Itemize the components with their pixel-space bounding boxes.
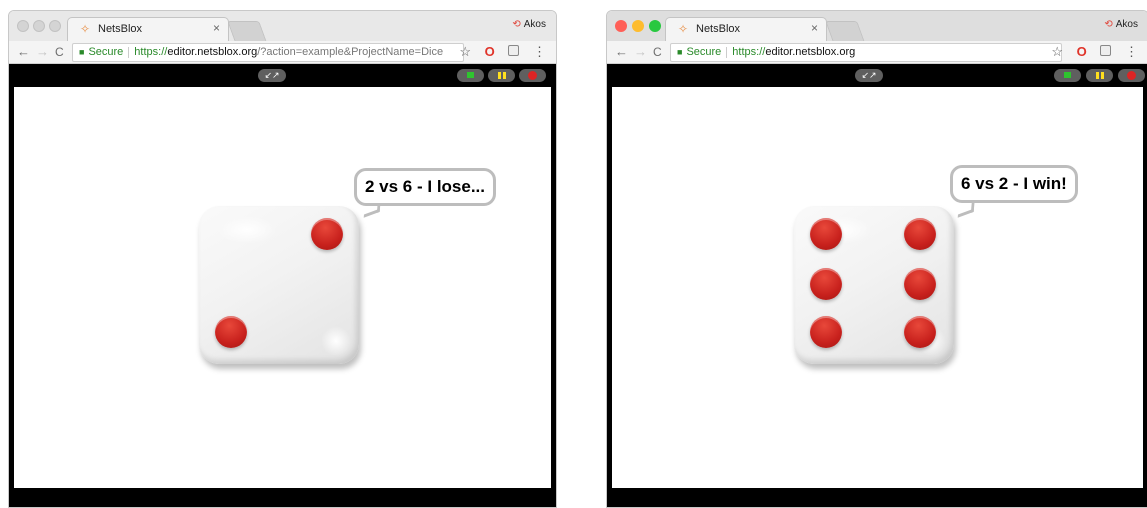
new-tab-button[interactable] <box>825 21 865 42</box>
stop-button[interactable] <box>1118 69 1145 82</box>
browser-tools: ☆ O ⋮ <box>1041 43 1138 60</box>
profile-button[interactable]: ⟲ Akos <box>1104 19 1138 30</box>
opera-extension-icon[interactable]: O <box>485 44 495 59</box>
bookmark-star-icon[interactable]: ☆ <box>1051 44 1063 59</box>
browser-window-left: ✧ NetsBlox × ⟲ Akos ← → C ■ Secure https://… <box>8 10 557 508</box>
green-flag-button[interactable] <box>457 69 484 82</box>
close-window-button[interactable] <box>17 20 29 32</box>
minimize-window-button[interactable] <box>33 20 45 32</box>
maximize-window-button[interactable] <box>49 20 61 32</box>
stop-button[interactable] <box>519 69 546 82</box>
address-bar-row: ← → C ■ Secure https://editor.netsblox.org… <box>607 41 1147 64</box>
die-sprite[interactable] <box>794 206 954 364</box>
user-icon: ⟲ <box>1104 19 1113 30</box>
browser-tab[interactable]: ✧ NetsBlox × <box>665 17 827 42</box>
url-scheme: https:// <box>134 46 168 58</box>
extension-icon[interactable] <box>1100 45 1112 56</box>
die-pip <box>311 218 343 250</box>
tab-title: NetsBlox <box>696 23 741 35</box>
die-sprite[interactable] <box>199 206 359 364</box>
lock-icon: ■ <box>79 47 85 57</box>
netsblox-logo-icon: ✧ <box>80 22 91 36</box>
user-name: Akos <box>523 19 546 30</box>
stage-canvas[interactable]: 6 vs 2 - I win! <box>612 87 1143 488</box>
lock-icon: ■ <box>677 47 683 57</box>
user-icon: ⟲ <box>512 19 521 30</box>
url-host: editor.netsblox.org <box>765 46 856 58</box>
die-pip <box>904 316 936 348</box>
title-bar: ✧ NetsBlox × ⟲ Akos <box>607 11 1147 42</box>
address-bar-row: ← → C ■ Secure https://editor.netsblox.org… <box>9 41 556 64</box>
extension-icon[interactable] <box>508 45 520 56</box>
netsblox-stage: ↙↗ 6 vs 2 - I win! <box>607 64 1147 507</box>
url-host: editor.netsblox.org <box>167 46 258 58</box>
speech-bubble: 2 vs 6 - I lose... <box>354 168 497 206</box>
secure-label: Secure <box>686 46 722 58</box>
new-tab-button[interactable] <box>227 21 267 42</box>
browser-tab[interactable]: ✧ NetsBlox × <box>67 17 229 42</box>
reload-icon[interactable]: C <box>55 44 64 60</box>
pause-button[interactable] <box>1086 69 1113 82</box>
forward-icon[interactable]: → <box>36 44 49 60</box>
profile-button[interactable]: ⟲ Akos <box>512 19 546 30</box>
speech-bubble: 6 vs 2 - I win! <box>950 165 1078 203</box>
shrink-icon: ↙↗ <box>264 70 280 80</box>
forward-icon[interactable]: → <box>634 44 647 60</box>
close-window-button[interactable] <box>615 20 627 32</box>
shrink-stage-button[interactable]: ↙↗ <box>258 69 286 82</box>
url-scheme: https:// <box>732 46 766 58</box>
die-pip <box>810 268 842 300</box>
die-pip <box>810 316 842 348</box>
title-bar: ✧ NetsBlox × ⟲ Akos <box>9 11 556 42</box>
minimize-window-button[interactable] <box>632 20 644 32</box>
url-path: /?action=example&ProjectName=Dice <box>257 46 444 58</box>
die-pip <box>215 316 247 348</box>
tab-close-icon[interactable]: × <box>811 21 818 35</box>
shrink-icon: ↙↗ <box>861 70 877 80</box>
shrink-stage-button[interactable]: ↙↗ <box>855 69 883 82</box>
back-icon[interactable]: ← <box>17 44 30 60</box>
maximize-window-button[interactable] <box>649 20 661 32</box>
back-icon[interactable]: ← <box>615 44 628 60</box>
url-input[interactable]: ■ Secure https://editor.netsblox.org <box>670 43 1062 62</box>
opera-extension-icon[interactable]: O <box>1077 44 1087 59</box>
user-name: Akos <box>1115 19 1138 30</box>
pause-button[interactable] <box>488 69 515 82</box>
die-pip <box>904 218 936 250</box>
browser-window-right: ✧ NetsBlox × ⟲ Akos ← → C ■ Secure https://… <box>606 10 1147 508</box>
netsblox-logo-icon: ✧ <box>678 22 689 36</box>
secure-label: Secure <box>88 46 124 58</box>
tab-close-icon[interactable]: × <box>213 21 220 35</box>
bookmark-star-icon[interactable]: ☆ <box>459 44 471 59</box>
url-input[interactable]: ■ Secure https://editor.netsblox.org/?acti… <box>72 43 464 62</box>
browser-tools: ☆ O ⋮ <box>449 43 546 60</box>
netsblox-stage: ↙↗ 2 vs 6 - I lose... <box>9 64 556 507</box>
tab-title: NetsBlox <box>98 23 143 35</box>
menu-icon[interactable]: ⋮ <box>533 44 546 59</box>
green-flag-button[interactable] <box>1054 69 1081 82</box>
die-pip <box>810 218 842 250</box>
die-pip <box>904 268 936 300</box>
stage-canvas[interactable]: 2 vs 6 - I lose... <box>14 87 551 488</box>
menu-icon[interactable]: ⋮ <box>1125 44 1138 59</box>
reload-icon[interactable]: C <box>653 44 662 60</box>
